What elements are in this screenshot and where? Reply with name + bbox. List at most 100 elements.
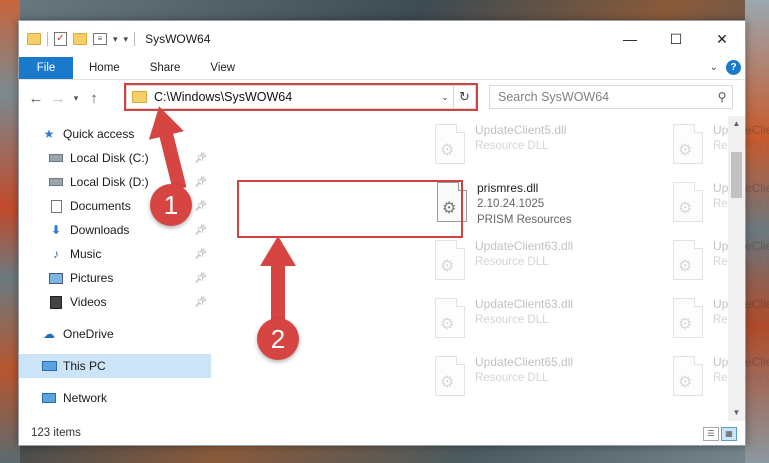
new-folder-icon[interactable]	[73, 33, 87, 45]
ribbon-tabs: File Home Share View ⌄ ?	[19, 57, 745, 80]
dll-file-icon: ⚙	[669, 240, 707, 284]
file-item[interactable]: ⚙ UpdateClient65.dllResource DLL	[669, 120, 769, 176]
folder-icon[interactable]	[27, 33, 41, 45]
toolbar-divider	[47, 32, 48, 46]
nav-item-label: Quick access	[63, 127, 135, 141]
nav-item-label: Documents	[70, 199, 131, 213]
nav-item-label: OneDrive	[63, 327, 114, 341]
pin-icon[interactable]: 📌︎	[194, 225, 207, 236]
file-item[interactable]: ⚙ UpdateClient63.dllResource DLL	[431, 294, 659, 350]
tiles-view-icon[interactable]: ▦	[721, 427, 737, 441]
help-icon[interactable]: ?	[726, 60, 741, 75]
pictures-icon	[48, 271, 64, 285]
file-description: PRISM Resources	[477, 214, 572, 226]
file-name: UpdateClient63.dll	[475, 239, 574, 253]
search-box[interactable]: ⚲	[489, 85, 733, 109]
dll-file-icon: ⚙	[431, 298, 469, 342]
callout-arrow-2	[260, 236, 296, 324]
videos-icon	[48, 295, 64, 309]
tab-share[interactable]: Share	[135, 57, 196, 79]
nav-item-network[interactable]: Network	[19, 386, 211, 410]
file-item[interactable]: ⚙ UpdateClient19.dllResource DLL	[669, 178, 769, 234]
tab-file[interactable]: File	[19, 57, 73, 79]
properties-icon[interactable]: ≡	[93, 33, 107, 45]
explorer-window: ✓ ≡ ▾ ▾ SysWOW64 — ☐ ✕ File Home Share V…	[18, 20, 769, 446]
file-version: 2.10.24.1025	[477, 198, 545, 210]
vertical-scrollbar[interactable]: ▲ ▼	[728, 116, 745, 421]
file-item-prismres[interactable]: ⚙ prismres.dll 2.10.24.1025 PRISM Resource…	[433, 178, 661, 234]
file-item[interactable]: ⚙ UpdateClient63.dll Resource DLL	[431, 236, 659, 292]
nav-item-label: Videos	[70, 295, 107, 309]
customize-toolbar-icon[interactable]: ▾	[124, 34, 129, 45]
file-item[interactable]: ⚙ UpdateClient5.dll Resource DLL	[431, 120, 659, 176]
file-name: UpdateClient5.dll	[475, 123, 567, 137]
pin-icon[interactable]: 📌︎	[194, 297, 207, 308]
properties-check-icon[interactable]: ✓	[54, 32, 67, 46]
refresh-icon[interactable]: ↻	[453, 86, 475, 108]
desktop-background-left	[0, 0, 20, 463]
pin-icon[interactable]: 📌︎	[194, 249, 207, 260]
nav-item-music[interactable]: ♪ Music 📌︎	[19, 242, 211, 266]
file-description: Resource DLL	[475, 256, 549, 268]
window-controls: — ☐ ✕	[607, 21, 745, 57]
maximize-button[interactable]: ☐	[653, 21, 699, 57]
ribbon-right-controls: ⌄ ?	[710, 60, 741, 75]
dll-file-icon: ⚙	[431, 124, 469, 168]
search-input[interactable]	[490, 90, 712, 104]
chevron-down-icon[interactable]: ▾	[113, 34, 118, 45]
tab-view[interactable]: View	[195, 57, 250, 79]
scroll-up-icon[interactable]: ▲	[728, 116, 745, 132]
nav-item-label: This PC	[63, 359, 106, 373]
item-count: 123 items	[31, 427, 81, 439]
pc-icon	[41, 359, 57, 373]
search-icon[interactable]: ⚲	[712, 90, 732, 104]
title-bar: ✓ ≡ ▾ ▾ SysWOW64 — ☐ ✕	[19, 21, 745, 57]
forward-arrow-icon[interactable]: →	[47, 90, 69, 107]
nav-item-pictures[interactable]: Pictures 📌︎	[19, 266, 211, 290]
nav-item-videos[interactable]: Videos 📌︎	[19, 290, 211, 314]
recent-locations-icon[interactable]: ▾	[69, 93, 83, 104]
file-item[interactable]: ⚙ UpdateClient42.dllResource DLL	[669, 236, 769, 292]
up-arrow-icon[interactable]: ↑	[83, 90, 105, 107]
nav-item-this-pc[interactable]: This PC	[19, 354, 211, 378]
file-description: Resource DLL	[475, 372, 549, 384]
main-body: ★ Quick access Local Disk (C:) 📌︎ Local …	[19, 116, 769, 421]
callout-step-1: 1	[150, 184, 192, 226]
status-bar: 123 items ☰ ▦	[19, 421, 745, 445]
file-item[interactable]: ⚙ UpdateClient63.dllResource DLL	[669, 294, 769, 350]
minimize-button[interactable]: —	[607, 21, 653, 57]
details-view-icon[interactable]: ☰	[703, 427, 719, 441]
dll-file-icon: ⚙	[669, 356, 707, 400]
scroll-down-icon[interactable]: ▼	[728, 405, 745, 421]
star-icon: ★	[43, 127, 55, 141]
close-button[interactable]: ✕	[699, 21, 745, 57]
quick-access-toolbar: ✓ ≡ ▾ ▾	[19, 32, 136, 46]
documents-icon	[48, 199, 64, 213]
nav-item-onedrive[interactable]: ☁ OneDrive	[19, 322, 211, 346]
address-row: ← → ▾ ↑ C:\Windows\SysWOW64 ⌄ ↻ ⚲	[19, 80, 745, 116]
drive-icon	[48, 175, 64, 189]
file-item[interactable]: ⚙ UpdateClient65.dllResource DLL	[431, 352, 659, 408]
nav-item-label: Downloads	[70, 223, 130, 237]
expand-ribbon-icon[interactable]: ⌄	[710, 62, 718, 73]
callout-step-2: 2	[257, 318, 299, 360]
dll-file-icon: ⚙	[669, 298, 707, 342]
dll-file-icon: ⚙	[431, 240, 469, 284]
address-dropdown-icon[interactable]: ⌄	[437, 92, 453, 103]
tab-home[interactable]: Home	[73, 57, 135, 79]
pin-icon[interactable]: 📌︎	[194, 273, 207, 284]
scroll-thumb[interactable]	[731, 152, 742, 198]
dll-file-icon: ⚙	[669, 182, 707, 226]
toolbar-divider	[134, 32, 136, 46]
view-toggle: ☰ ▦	[703, 427, 737, 441]
back-arrow-icon[interactable]: ←	[25, 90, 47, 107]
nav-item-label: Network	[63, 391, 108, 405]
file-highlight-box	[237, 180, 463, 238]
file-item[interactable]: ⚙ UpdateClient21.dllResource DLL	[669, 352, 769, 408]
nav-item-label: Pictures	[70, 271, 114, 285]
downloads-icon: ⬇	[50, 223, 62, 237]
network-icon	[41, 391, 57, 405]
file-description: Resource DLL	[475, 314, 549, 326]
nav-item-label: Music	[70, 247, 102, 261]
dll-file-icon: ⚙	[669, 124, 707, 168]
